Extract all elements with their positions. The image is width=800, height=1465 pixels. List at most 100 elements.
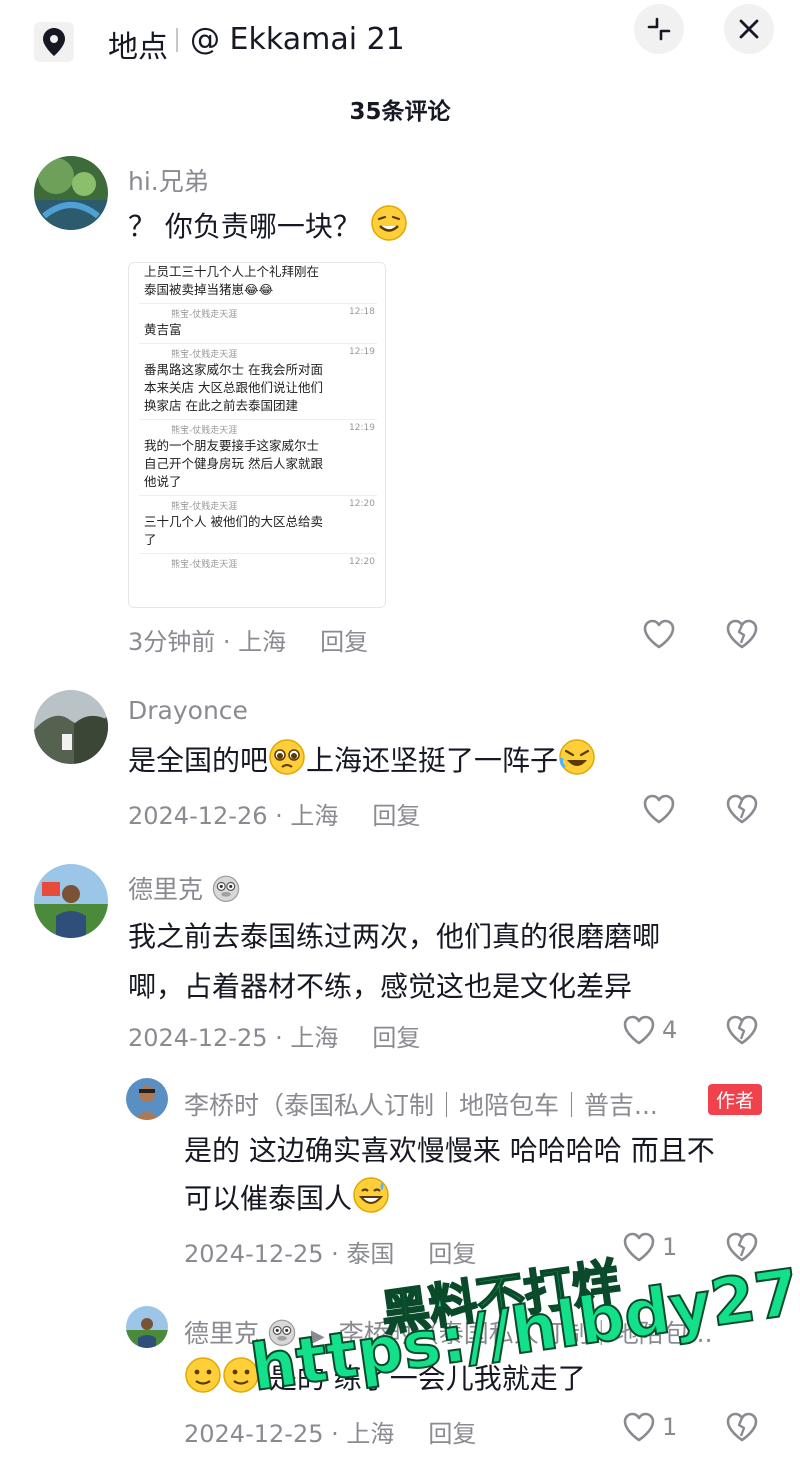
location-pin-icon[interactable]	[34, 22, 74, 62]
comment-time: 2024-12-26 · 上海	[128, 802, 339, 830]
heart-outline-icon	[623, 1232, 655, 1262]
monkey-emoji	[212, 875, 240, 903]
comment-text-line: 唧，占着器材不练，感觉这也是文化差异	[128, 970, 633, 1003]
chat-sender: 熊宝-仗贱走天涯	[171, 426, 238, 436]
location-header: 地点 @ Ekkamai 21	[0, 0, 800, 84]
chat-time: 12:20	[349, 557, 375, 567]
avatar[interactable]	[126, 1078, 168, 1120]
chat-message-line: 本来关店 大区总跟他们说让他们	[144, 380, 323, 395]
smiling-face-emoji	[185, 1357, 221, 1393]
comment-meta: 2024-12-26 · 上海 回复	[128, 796, 420, 831]
comment-username[interactable]: Drayonce	[128, 696, 248, 725]
reply-button[interactable]: 回复	[320, 628, 368, 656]
reply-button[interactable]: 回复	[372, 1024, 420, 1052]
collapse-button[interactable]	[634, 4, 684, 54]
avatar[interactable]	[34, 156, 108, 230]
chat-divider	[139, 419, 377, 420]
comment-meta: 2024-12-25 · 上海 回复	[128, 1018, 420, 1053]
chat-time: 12:20	[349, 499, 375, 509]
chat-message-line: 三十几个人 被他们的大区总给卖	[144, 514, 323, 529]
rolling-laughing-emoji	[559, 739, 595, 775]
comment-text: ？ 你负责哪一块？	[128, 200, 408, 253]
like-button[interactable]: 1	[622, 1411, 677, 1443]
broken-heart-icon	[726, 619, 758, 649]
comment-username[interactable]: hi.兄弟	[128, 162, 209, 198]
comment-count-title: 35条评论	[349, 99, 451, 125]
chat-divider	[139, 303, 377, 304]
comment-username[interactable]: 德里克	[128, 870, 241, 906]
chat-message-line: 自己开个健身房玩 然后人家就跟	[144, 456, 323, 471]
heart-outline-icon	[623, 1015, 655, 1045]
like-button[interactable]	[642, 793, 682, 825]
reply-button[interactable]: 回复	[372, 802, 420, 830]
collapse-icon	[647, 17, 671, 41]
chat-sender: 熊宝-仗贱走天涯	[171, 560, 238, 570]
comment-time: 2024-12-25 · 上海	[128, 1024, 339, 1052]
chat-message-line: 黄吉富	[144, 322, 182, 337]
chat-time: 12:18	[349, 307, 375, 317]
comment-text: 是全国的吧 上海还坚挺了一阵子	[128, 734, 596, 787]
chat-sender: 熊宝-仗贱走天涯	[171, 350, 238, 360]
comment-text-line: 我之前去泰国练过两次，他们真的很磨磨唧	[128, 920, 661, 953]
reply-username[interactable]: 李桥时（泰国私人订制｜地陪包车｜普吉...	[184, 1086, 658, 1122]
chat-message-line: 换家店 在此之前去泰国团建	[144, 398, 298, 413]
broken-heart-icon	[726, 1412, 758, 1442]
dislike-button[interactable]	[725, 1411, 759, 1447]
comment-time: 3分钟前 · 上海	[128, 628, 287, 656]
reply-text-line: 是的 这边确实喜欢慢慢来 哈哈哈哈 而且不	[184, 1134, 715, 1167]
reply-meta: 2024-12-25 · 泰国 回复	[184, 1234, 476, 1269]
comment-image[interactable]: 上员工三十几个人上个礼拜刚在 泰国被卖掉当猪崽😂😂 熊宝-仗贱走天涯 12:18 黄吉富…	[128, 262, 386, 608]
reply-button[interactable]: 回复	[428, 1420, 476, 1448]
location-divider	[176, 28, 178, 52]
location-name[interactable]: @ Ekkamai 21	[190, 22, 405, 57]
chat-message-line: 我的一个朋友要接手这家威尔士	[144, 438, 320, 453]
avatar[interactable]	[126, 1306, 168, 1348]
author-badge: 作者	[708, 1084, 763, 1115]
dislike-button[interactable]	[725, 618, 759, 654]
reply-text-line: 可以催泰国人	[184, 1172, 390, 1225]
broken-heart-icon	[726, 1232, 758, 1262]
comment-text-content: ？ 你负责哪一块？	[128, 210, 361, 243]
dislike-button[interactable]	[725, 793, 759, 829]
chat-time: 12:19	[349, 347, 375, 357]
close-icon	[739, 19, 759, 39]
chat-message-line: 他说了	[144, 474, 182, 489]
chat-sender: 熊宝-仗贱走天涯	[171, 502, 238, 512]
like-count: 4	[662, 1016, 678, 1044]
chat-message-line: 了	[144, 532, 157, 547]
chat-message-line: 上员工三十几个人上个礼拜刚在	[144, 264, 320, 279]
heart-outline-icon	[643, 619, 675, 649]
like-count: 1	[662, 1233, 678, 1261]
comment-meta: 3分钟前 · 上海 回复	[128, 622, 368, 657]
comment-username-text: 德里克	[128, 875, 204, 904]
dislike-button[interactable]	[725, 1014, 759, 1050]
reply-time: 2024-12-25 · 泰国	[184, 1240, 395, 1268]
like-button[interactable]: 4	[622, 1014, 677, 1046]
avatar[interactable]	[34, 864, 108, 938]
chat-time: 12:19	[349, 423, 375, 433]
location-label[interactable]: 地点	[108, 22, 168, 66]
reply-text-content: 可以催泰国人	[184, 1182, 353, 1215]
reply-meta: 2024-12-25 · 上海 回复	[184, 1414, 476, 1449]
heart-outline-icon	[643, 794, 675, 824]
chat-divider	[139, 495, 377, 496]
like-count: 1	[662, 1413, 678, 1441]
avatar[interactable]	[34, 690, 108, 764]
heart-outline-icon	[623, 1412, 655, 1442]
close-button[interactable]	[724, 4, 774, 54]
reply-time: 2024-12-25 · 上海	[184, 1420, 395, 1448]
chat-divider	[139, 553, 377, 554]
chat-sender: 熊宝-仗贱走天涯	[171, 310, 238, 320]
chat-divider	[139, 343, 377, 344]
chat-message-line: 番禺路这家威尔士 在我会所对面	[144, 362, 323, 377]
like-button[interactable]: 1	[622, 1231, 677, 1263]
comment-text-part: 上海还坚挺了一阵子	[306, 744, 559, 777]
smiling-face-emoji	[371, 205, 407, 241]
grinning-sweat-emoji	[353, 1177, 389, 1213]
broken-heart-icon	[726, 1015, 758, 1045]
chat-message-line: 泰国被卖掉当猪崽😂😂	[144, 282, 274, 297]
pleading-face-emoji	[269, 739, 305, 775]
like-button[interactable]	[642, 618, 682, 650]
comment-text-part: 是全国的吧	[128, 744, 269, 777]
broken-heart-icon	[726, 794, 758, 824]
